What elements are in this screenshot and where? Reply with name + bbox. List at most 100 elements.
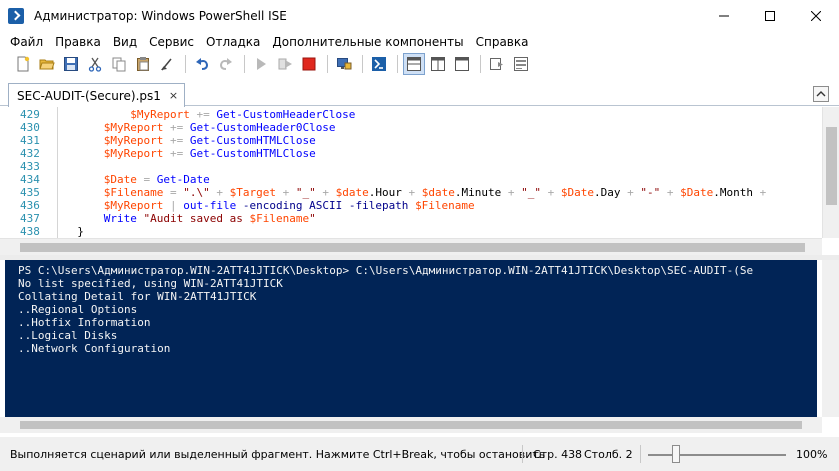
console-horizontal-scroll-thumb[interactable] [20,421,802,429]
paste-button[interactable] [132,53,154,75]
console-line: PS C:\Users\Администратор.WIN-2ATT41JTIC… [18,264,754,277]
show-commands-button[interactable] [510,53,532,75]
line-number: 438 [20,225,40,238]
remote-icon [337,58,352,70]
script-editor[interactable]: 429 $MyReport += Get-CustomHeaderClose 43… [0,107,839,238]
console-line: ..Network Configuration [18,342,171,355]
code-text: $MyReport += Get-CustomHTMLClose [103,147,316,160]
script-tab-strip: SEC-AUDIT-(Secure).ps1 × [0,80,839,107]
snippets-icon [490,58,503,70]
open-icon [39,59,55,70]
code-text: $MyReport += Get-CustomHTMLClose [103,134,316,147]
console-line: ..Logical Disks [18,329,118,342]
clear-console-button[interactable] [156,53,178,75]
console-vertical-scrollbar[interactable] [822,260,839,417]
window-title: Администратор: Windows PowerShell ISE [34,9,287,23]
menu-help[interactable]: Справка [470,35,535,49]
new-icon [17,56,30,72]
code-text: $MyReport | out-file -encoding ASCII -fi… [103,199,475,212]
zoom-slider-thumb[interactable] [671,445,680,463]
line-number: 436 [20,199,40,212]
code-text: Write "Audit saved as $Filename" [103,212,316,225]
toolbar [0,52,839,76]
code-text: $MyReport += Get-CustomHeaderClose [130,108,356,121]
line-number: 433 [20,160,40,173]
copy-button[interactable] [108,53,130,75]
undo-icon [196,58,209,70]
menu-addons[interactable]: Дополнительные компоненты [266,35,469,49]
save-button[interactable] [60,53,82,75]
new-remote-tab-button[interactable] [333,53,355,75]
cut-button[interactable] [84,53,106,75]
collapse-script-pane-button[interactable] [813,86,829,102]
stop-button[interactable] [298,53,320,75]
code-text: $Filename = ".\" + $Target + "_" + $date… [103,186,767,199]
line-number: 429 [20,108,40,121]
console-line: Collating Detail for WIN-2ATT41JTICK [18,290,257,303]
tab-close-icon[interactable]: × [169,89,178,102]
toolbar-separator [185,55,186,73]
powershell-app-icon [8,8,24,24]
code-text: $Date = Get-Date [103,173,210,186]
line-number: 430 [20,121,40,134]
stop-icon [302,57,316,71]
undo-button[interactable] [191,53,213,75]
maximize-button[interactable] [747,0,793,32]
run-selection-button[interactable] [274,53,296,75]
status-separator [640,445,641,463]
show-snippets-button[interactable] [486,53,508,75]
start-powershell-button[interactable] [368,53,390,75]
chevron-up-icon [816,91,826,97]
menu-bar: Файл Правка Вид Сервис Отладка Дополните… [0,32,839,52]
console-pane[interactable]: PS C:\Users\Администратор.WIN-2ATT41JTIC… [5,260,817,417]
run-selection-icon [278,58,292,70]
status-separator [522,445,523,463]
copy-icon [112,57,126,72]
console-line: ..Regional Options [18,303,138,316]
title-bar: Администратор: Windows PowerShell ISE [0,0,839,32]
redo-button[interactable] [215,53,237,75]
toolbar-separator [480,55,481,73]
line-number: 437 [20,212,40,225]
status-message: Выполняется сценарий или выделенный фраг… [10,448,546,461]
status-column-number: Столб. 2 [584,448,633,461]
editor-vertical-scrollbar[interactable] [822,107,839,238]
run-icon [257,58,266,70]
line-number: 434 [20,173,40,186]
toolbar-separator [362,55,363,73]
status-line-number: Стр. 438 [533,448,583,461]
maximize-icon [765,11,775,21]
paste-icon [137,57,149,71]
commands-icon [514,57,528,71]
editor-horizontal-scroll-thumb[interactable] [20,243,805,252]
status-bar: Выполняется сценарий или выделенный фраг… [0,437,839,471]
close-button[interactable] [793,0,839,32]
minimize-icon [719,15,729,17]
line-number: 432 [20,147,40,160]
script-tab-label: SEC-AUDIT-(Secure).ps1 [17,88,161,103]
menu-file[interactable]: Файл [4,35,49,49]
minimize-button[interactable] [701,0,747,32]
run-script-button[interactable] [250,53,272,75]
open-button[interactable] [36,53,58,75]
menu-debug[interactable]: Отладка [200,35,266,49]
console-line: No list specified, using WIN-2ATT41JTICK [18,277,283,290]
menu-view[interactable]: Вид [107,35,143,49]
script-tab[interactable]: SEC-AUDIT-(Secure).ps1 × [8,83,186,107]
zoom-slider-track[interactable] [648,454,786,456]
zoom-level: 100% [796,448,828,461]
save-icon [64,57,78,71]
menu-edit[interactable]: Правка [49,35,107,49]
layout-script-maximized-button[interactable] [451,53,473,75]
editor-vertical-scroll-thumb[interactable] [826,127,837,205]
layout-max-icon [455,57,469,71]
console-horizontal-scrollbar[interactable] [0,417,822,433]
editor-horizontal-scrollbar[interactable] [0,238,822,255]
menu-tools[interactable]: Сервис [143,35,200,49]
toolbar-separator [397,55,398,73]
layout-script-right-button[interactable] [427,53,449,75]
new-button[interactable] [12,53,34,75]
close-icon [811,11,821,21]
toolbar-separator [327,55,328,73]
layout-script-top-button[interactable] [403,53,425,75]
